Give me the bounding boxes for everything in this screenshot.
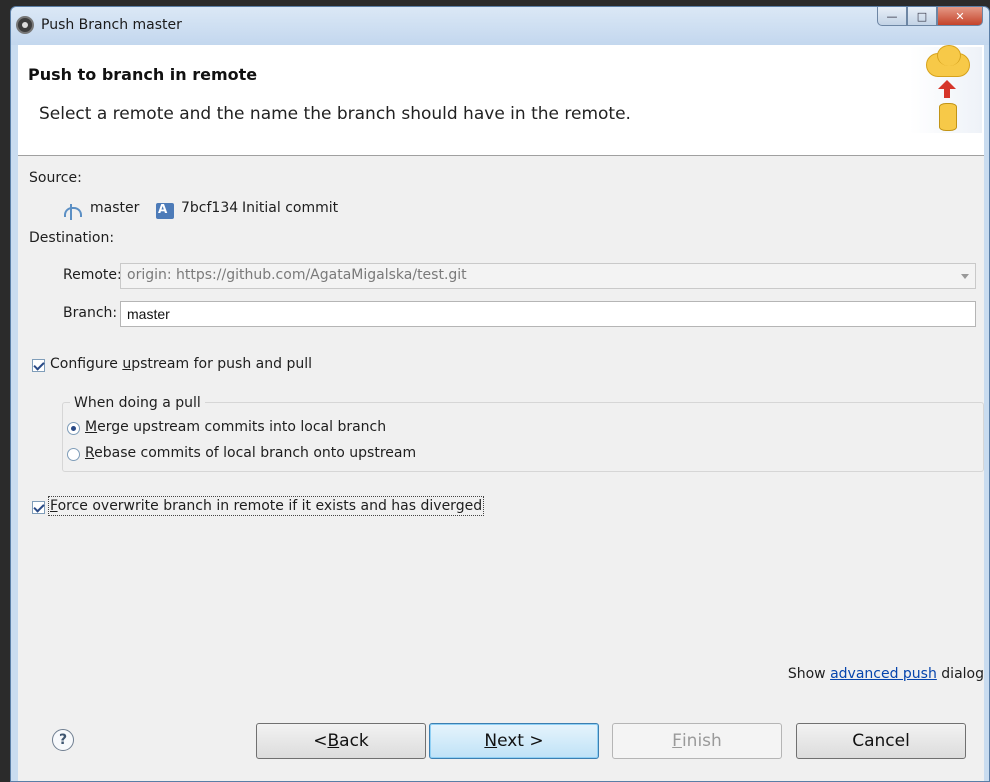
destination-label: Destination: bbox=[29, 230, 115, 246]
branch-input[interactable] bbox=[120, 301, 976, 327]
pull-options-group bbox=[62, 402, 984, 472]
remote-label: Remote: bbox=[63, 267, 122, 283]
help-icon[interactable]: ? bbox=[52, 729, 74, 751]
page-description: Select a remote and the name the branch … bbox=[39, 104, 631, 124]
arrow-up-icon bbox=[938, 80, 956, 98]
merge-label[interactable]: Merge upstream commits into local branch bbox=[85, 419, 386, 435]
source-commit-message: Initial commit bbox=[242, 200, 339, 216]
source-commit-id: 7bcf134 bbox=[181, 200, 239, 216]
pull-group-title: When doing a pull bbox=[70, 395, 205, 411]
window-controls: — □ ✕ bbox=[877, 7, 983, 27]
rebase-label[interactable]: Rebase commits of local branch onto upst… bbox=[85, 445, 416, 461]
dialog-window: Push Branch master — □ ✕ Push to branch … bbox=[10, 6, 990, 782]
remote-combobox[interactable]: origin: https://github.com/AgataMigalska… bbox=[120, 263, 976, 289]
configure-upstream-label[interactable]: Configure upstream for push and pull bbox=[50, 356, 312, 372]
cloud-upload-icon bbox=[910, 45, 982, 133]
maximize-icon: □ bbox=[916, 9, 928, 23]
chevron-down-icon bbox=[961, 274, 969, 279]
rebase-radio[interactable] bbox=[67, 448, 80, 461]
database-icon bbox=[939, 103, 957, 131]
finish-button[interactable]: Finish bbox=[612, 723, 782, 759]
wizard-header: Push to branch in remote Select a remote… bbox=[18, 45, 984, 156]
source-label: Source: bbox=[29, 170, 82, 186]
window-title: Push Branch master bbox=[41, 17, 182, 33]
commit-icon bbox=[156, 202, 174, 219]
force-overwrite-checkbox[interactable] bbox=[32, 501, 45, 514]
branch-label: Branch: bbox=[63, 305, 118, 321]
advanced-push-text: Show advanced push dialog bbox=[787, 666, 984, 682]
cancel-button[interactable]: Cancel bbox=[796, 723, 966, 759]
merge-radio[interactable] bbox=[67, 422, 80, 435]
branch-icon bbox=[63, 204, 82, 220]
source-branch-name: master bbox=[90, 200, 140, 216]
advanced-push-link[interactable]: advanced push bbox=[830, 666, 937, 682]
maximize-button[interactable]: □ bbox=[907, 7, 937, 26]
remote-value: origin: https://github.com/AgataMigalska… bbox=[127, 267, 467, 283]
next-button[interactable]: Next > bbox=[429, 723, 599, 759]
title-bar[interactable]: Push Branch master — □ ✕ bbox=[11, 7, 989, 45]
dialog-content: Push to branch in remote Select a remote… bbox=[18, 45, 984, 781]
cloud-icon bbox=[926, 45, 970, 77]
minimize-button[interactable]: — bbox=[877, 7, 907, 26]
eclipse-app-icon bbox=[16, 16, 34, 34]
back-button[interactable]: < Back bbox=[256, 723, 426, 759]
close-button[interactable]: ✕ bbox=[937, 7, 983, 26]
configure-upstream-checkbox[interactable] bbox=[32, 359, 45, 372]
page-title: Push to branch in remote bbox=[28, 65, 258, 84]
force-overwrite-label[interactable]: Force overwrite branch in remote if it e… bbox=[47, 496, 485, 516]
minimize-icon: — bbox=[886, 9, 898, 23]
close-icon: ✕ bbox=[955, 9, 965, 23]
